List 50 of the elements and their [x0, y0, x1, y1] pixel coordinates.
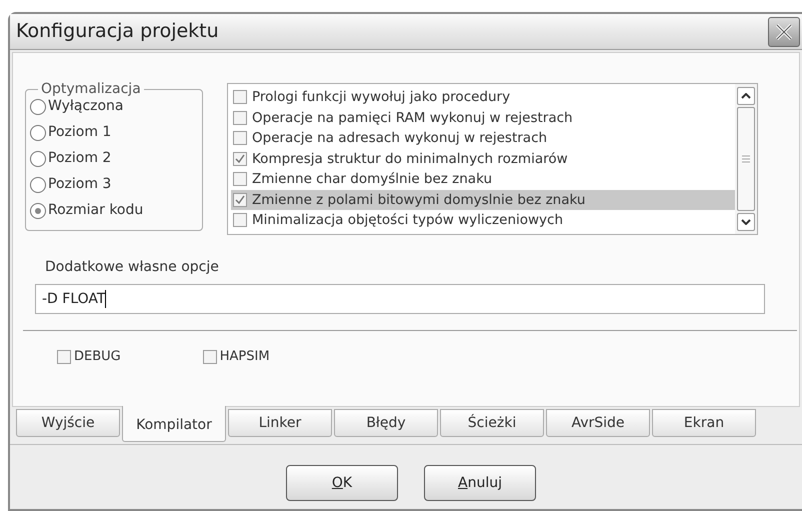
tab[interactable]: Ekran	[652, 409, 756, 437]
tab[interactable]: Błędy	[334, 409, 438, 437]
tab[interactable]: Wyjście	[16, 409, 120, 437]
checkbox-label: HAPSIM	[220, 348, 270, 366]
radio-label: Poziom 1	[48, 123, 112, 142]
scrollbar[interactable]	[735, 84, 757, 234]
checkbox[interactable]	[233, 90, 247, 104]
list-item[interactable]: Zmienne char domyślnie bez znaku	[231, 169, 735, 190]
scroll-up-button[interactable]	[737, 87, 755, 105]
checkbox[interactable]	[233, 110, 247, 125]
checkbox-label: DEBUG	[74, 348, 121, 366]
radio-button[interactable]	[30, 98, 46, 114]
list-item[interactable]: Minimalizacja objętości typów wyliczeniowych	[231, 210, 735, 230]
radio-button[interactable]	[30, 202, 46, 218]
list-item[interactable]: Kompresja struktur do minimalnych rozmiarów	[231, 148, 735, 169]
radio-button[interactable]	[30, 124, 46, 140]
text-cursor	[105, 290, 106, 308]
checkbox[interactable]	[233, 172, 247, 186]
list-item[interactable]: Operacje na adresach wykonuj w rejestrach	[231, 128, 735, 148]
chevron-up-icon	[741, 93, 751, 99]
checkbox[interactable]	[57, 350, 71, 364]
radio-label: Poziom 3	[48, 175, 112, 194]
radio-label: Poziom 2	[48, 149, 112, 168]
tab[interactable]: AvrSide	[546, 409, 650, 437]
tab[interactable]: Kompilator	[122, 406, 226, 442]
radio-label: Wyłączona	[48, 97, 124, 116]
checkbox[interactable]	[202, 350, 217, 364]
tab[interactable]: Ścieżki	[440, 409, 544, 437]
radio-button[interactable]	[30, 176, 46, 192]
dialog-button[interactable]: Anuluj	[424, 465, 536, 501]
chevron-down-icon	[741, 219, 751, 225]
close-button[interactable]	[768, 16, 800, 46]
checkbox[interactable]	[233, 192, 247, 207]
options-input-field[interactable]: -D FLOAT	[35, 284, 765, 314]
list-item[interactable]: Operacje na pamięci RAM wykonuj w rejestrach	[231, 108, 735, 128]
list-item[interactable]: Prologi funkcji wywołuj jako procedury	[231, 87, 735, 108]
checkbox[interactable]	[233, 131, 247, 146]
list-item[interactable]: Zmienne z polami bitowymi domyslnie bez znaku	[231, 190, 735, 210]
checkbox[interactable]	[233, 213, 247, 228]
window-title: Konfiguracja projektu	[16, 19, 219, 44]
radio-button[interactable]	[30, 150, 46, 166]
scroll-down-button[interactable]	[737, 213, 755, 231]
group-legend: Optymalizacja	[38, 79, 144, 100]
radio-label: Rozmiar kodu	[48, 201, 144, 220]
scroll-thumb[interactable]	[737, 107, 755, 211]
field-label: Dodatkowe własne opcje	[45, 258, 220, 277]
tab[interactable]: Linker	[228, 409, 332, 437]
close-icon	[774, 22, 794, 42]
checkbox[interactable]	[233, 152, 247, 166]
dialog-button[interactable]: OK	[286, 465, 398, 501]
